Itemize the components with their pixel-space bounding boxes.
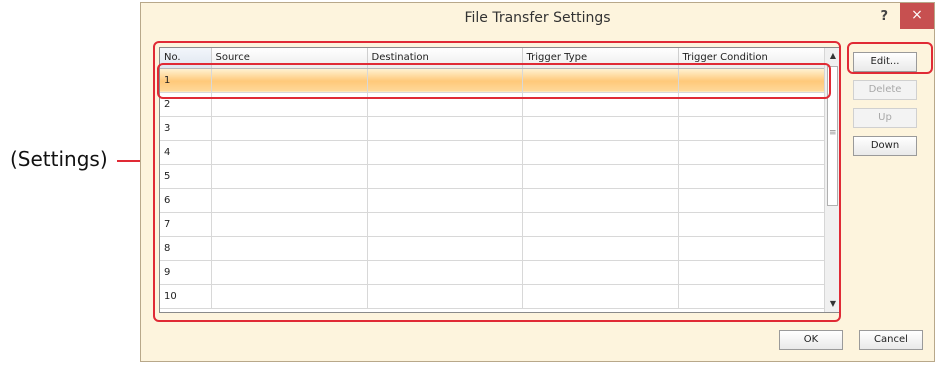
- down-button[interactable]: Down: [853, 136, 917, 156]
- up-button[interactable]: Up: [853, 108, 917, 128]
- delete-button[interactable]: Delete: [853, 80, 917, 100]
- title-bar: File Transfer Settings ? ×: [141, 3, 934, 33]
- edit-button-highlight: [847, 42, 933, 74]
- help-button[interactable]: ?: [880, 9, 888, 24]
- selected-row-highlight: [157, 63, 831, 99]
- settings-annotation-label: (Settings): [10, 147, 108, 171]
- dialog-title: File Transfer Settings: [464, 10, 611, 26]
- ok-button[interactable]: OK: [779, 330, 843, 350]
- cancel-button[interactable]: Cancel: [859, 330, 923, 350]
- close-button[interactable]: ×: [900, 3, 934, 29]
